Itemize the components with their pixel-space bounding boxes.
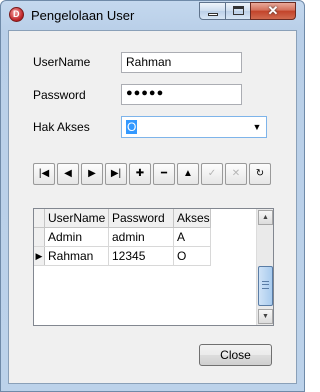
maximize-button[interactable]	[225, 2, 251, 20]
column-header-akses[interactable]: Akses	[173, 209, 211, 228]
first-record-button[interactable]: |◀	[33, 163, 55, 185]
current-row-indicator-icon: ▶	[34, 246, 45, 266]
app-icon[interactable]: D	[9, 7, 24, 22]
cell-password[interactable]: admin	[108, 227, 174, 247]
username-label: UserName	[33, 55, 91, 69]
insert-record-icon: ✚	[135, 168, 145, 179]
edit-record-button[interactable]: ▲	[177, 163, 199, 185]
edit-record-icon: ▲	[183, 168, 193, 179]
delete-record-button[interactable]: ━	[153, 163, 175, 185]
close-button[interactable]: Close	[199, 344, 272, 366]
last-record-button[interactable]: ▶|	[105, 163, 127, 185]
username-input[interactable]: Rahman	[121, 52, 242, 73]
cell-akses[interactable]: A	[173, 227, 211, 247]
window-title: Pengelolaan User	[31, 8, 135, 23]
password-input[interactable]: ●●●●●	[121, 84, 242, 105]
row-indicator	[34, 227, 45, 247]
post-record-icon: ✓	[207, 168, 217, 179]
row-indicator-header	[34, 209, 45, 228]
prior-record-button[interactable]: ◀	[57, 163, 79, 185]
close-icon: ✕	[267, 3, 279, 18]
scroll-up-icon[interactable]: ▲	[258, 210, 273, 225]
grid-table: UserName Password Akses Admin admin A ▶ …	[34, 209, 211, 266]
column-header-password[interactable]: Password	[108, 209, 174, 228]
form-client-area: UserName Rahman Password ●●●●● Hak Akses…	[8, 30, 297, 384]
delete-record-icon: ━	[160, 168, 168, 179]
table-row[interactable]: Admin admin A	[34, 227, 211, 247]
cell-password[interactable]: 12345	[108, 246, 174, 266]
next-record-button[interactable]: ▶	[81, 163, 103, 185]
next-record-icon: ▶	[88, 168, 96, 179]
table-row[interactable]: ▶ Rahman 12345 O	[34, 246, 211, 266]
hak-akses-label: Hak Akses	[33, 120, 90, 134]
minimize-icon	[208, 13, 218, 16]
cancel-record-icon: ✕	[231, 168, 241, 179]
post-record-button[interactable]: ✓	[201, 163, 223, 185]
cell-akses[interactable]: O	[173, 246, 211, 266]
vertical-scrollbar[interactable]: ▲ ▼	[256, 209, 273, 325]
scroll-down-icon[interactable]: ▼	[258, 309, 273, 324]
last-record-icon: ▶|	[110, 168, 122, 179]
cell-username[interactable]: Rahman	[44, 246, 109, 266]
prior-record-icon: ◀	[64, 168, 72, 179]
minimize-button[interactable]	[199, 2, 226, 20]
first-record-icon: |◀	[38, 168, 50, 179]
cancel-record-button[interactable]: ✕	[225, 163, 247, 185]
column-header-username[interactable]: UserName	[44, 209, 109, 228]
hak-akses-selected-value: O	[126, 120, 138, 134]
main-window: D Pengelolaan User ✕ UserName Rahman Pas…	[0, 0, 305, 392]
maximize-icon	[233, 6, 244, 15]
chevron-down-icon[interactable]: ▼	[250, 120, 264, 134]
password-label: Password	[33, 88, 86, 102]
cell-username[interactable]: Admin	[44, 227, 109, 247]
hak-akses-combobox[interactable]: O ▼	[121, 116, 267, 138]
refresh-record-button[interactable]: ↻	[249, 163, 271, 185]
scrollbar-thumb[interactable]	[258, 266, 273, 306]
grid-header-row: UserName Password Akses	[34, 209, 211, 228]
user-data-grid[interactable]: UserName Password Akses Admin admin A ▶ …	[33, 208, 274, 326]
close-window-button[interactable]: ✕	[250, 2, 296, 20]
refresh-record-icon: ↻	[255, 168, 265, 179]
insert-record-button[interactable]: ✚	[129, 163, 151, 185]
title-bar[interactable]: D Pengelolaan User ✕	[1, 1, 304, 29]
